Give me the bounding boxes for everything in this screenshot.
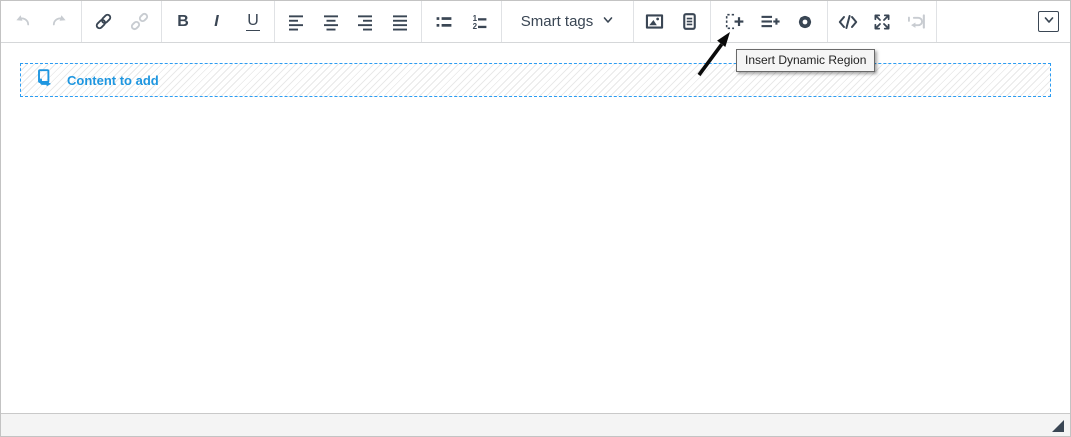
- content-page-arrow-icon: [34, 68, 54, 93]
- insert-image-button[interactable]: [641, 7, 669, 37]
- bullet-list-icon: [434, 12, 454, 32]
- tooltip-insert-dynamic-region: Insert Dynamic Region: [736, 49, 876, 72]
- settings-button[interactable]: [791, 7, 819, 37]
- align-justify-button[interactable]: [386, 7, 414, 37]
- unlink-button[interactable]: [125, 7, 153, 37]
- underline-icon: U: [246, 11, 260, 31]
- toolbar-group-view: [828, 1, 937, 42]
- insert-list-button[interactable]: [755, 7, 783, 37]
- tooltip-text: Insert Dynamic Region: [745, 53, 867, 67]
- image-icon: [644, 11, 665, 32]
- toolbar-group-text-style: B I U: [162, 1, 275, 42]
- bullet-list-button[interactable]: [430, 7, 458, 37]
- rich-text-editor: B I U 1 2 Smart tags Content to add Inse…: [0, 0, 1071, 437]
- toolbar-group-media: [634, 1, 711, 42]
- svg-text:2: 2: [473, 21, 478, 30]
- numbered-list-icon: 1 2: [469, 12, 489, 32]
- undo-button[interactable]: [9, 7, 37, 37]
- numbered-list-button[interactable]: 1 2: [465, 7, 493, 37]
- settings-gear-icon: [795, 12, 815, 32]
- repeat-region-button[interactable]: [902, 7, 930, 37]
- toolbar-group-history: [1, 1, 82, 42]
- align-center-icon: [321, 12, 341, 32]
- align-justify-icon: [390, 12, 410, 32]
- redo-icon: [49, 12, 69, 32]
- link-icon: [93, 11, 114, 32]
- toolbar-collapse-icon: [1042, 13, 1056, 30]
- align-left-button[interactable]: [282, 7, 310, 37]
- link-button[interactable]: [90, 7, 118, 37]
- chevron-down-icon: [602, 13, 614, 31]
- toolbar-collapse-button[interactable]: [1038, 11, 1059, 32]
- toolbar-group-alignment: [275, 1, 422, 42]
- editor-content-area[interactable]: Content to add: [1, 43, 1070, 413]
- italic-button[interactable]: I: [204, 7, 232, 37]
- fullscreen-icon: [872, 12, 892, 32]
- insert-document-button[interactable]: [675, 7, 703, 37]
- dynamic-region-label: Content to add: [67, 72, 159, 88]
- insert-dynamic-region-icon: [723, 11, 744, 32]
- source-code-icon: [837, 12, 859, 32]
- fullscreen-button[interactable]: [868, 7, 896, 37]
- toolbar-group-lists: 1 2: [422, 1, 502, 42]
- source-code-button[interactable]: [834, 7, 862, 37]
- undo-icon: [13, 12, 33, 32]
- toolbar-group-overflow: [937, 1, 1070, 42]
- insert-list-icon: [759, 11, 780, 32]
- align-left-icon: [286, 12, 306, 32]
- align-right-icon: [355, 12, 375, 32]
- underline-button[interactable]: U: [239, 7, 267, 37]
- editor-statusbar: [1, 413, 1070, 436]
- smart-tags-label: Smart tags: [520, 13, 594, 30]
- dynamic-region-placeholder[interactable]: Content to add: [20, 63, 1051, 97]
- align-center-button[interactable]: [317, 7, 345, 37]
- repeat-icon: [906, 11, 927, 32]
- toolbar-group-dynamic-region: [711, 1, 828, 42]
- smart-tags-dropdown[interactable]: Smart tags: [515, 9, 621, 35]
- editor-toolbar: B I U 1 2 Smart tags: [1, 1, 1070, 43]
- align-right-button[interactable]: [351, 7, 379, 37]
- bold-button[interactable]: B: [169, 7, 197, 37]
- bold-icon: B: [177, 12, 189, 30]
- toolbar-group-smart-tags: Smart tags: [502, 1, 634, 42]
- redo-button[interactable]: [45, 7, 73, 37]
- toolbar-group-links: [82, 1, 162, 42]
- resize-triangle-icon[interactable]: [1052, 420, 1064, 432]
- unlink-icon: [129, 11, 150, 32]
- document-icon: [679, 11, 700, 32]
- italic-icon: I: [214, 12, 219, 30]
- insert-dynamic-region-button[interactable]: [719, 7, 747, 37]
